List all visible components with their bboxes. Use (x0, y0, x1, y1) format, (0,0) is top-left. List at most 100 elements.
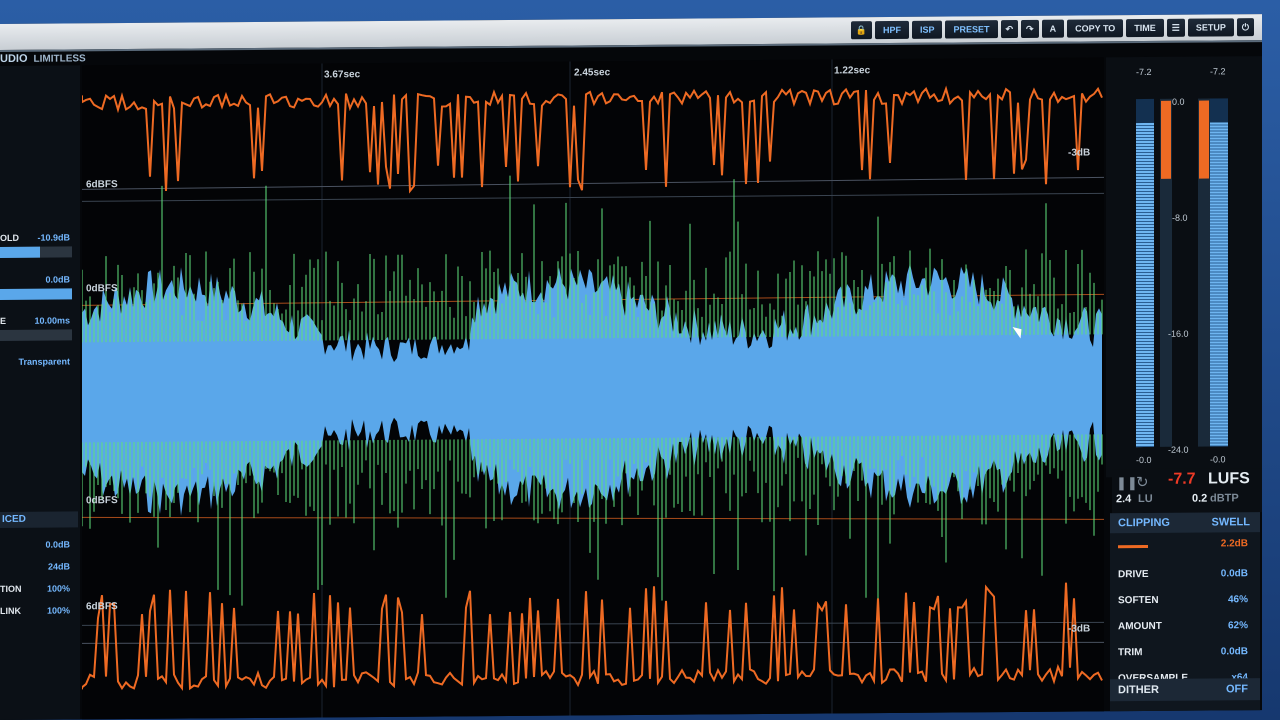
advanced-row-value[interactable]: 0.0dB (45, 539, 70, 549)
power-icon[interactable]: ⏻ (1236, 18, 1254, 37)
release-row: E 10.00ms (0, 315, 76, 326)
ceiling-slider[interactable] (0, 288, 72, 300)
left-output-meter (1136, 98, 1154, 448)
ab-button[interactable]: A (1041, 19, 1065, 38)
gain-db-label-top: -3dB (1068, 147, 1091, 159)
peak-left-readout: -7.2 (1136, 66, 1152, 78)
gain-line-top (82, 176, 1104, 190)
clipping-title[interactable]: CLIPPING (1118, 513, 1170, 533)
release-label: E (0, 315, 7, 326)
lu-value: 2.4 (1116, 493, 1132, 506)
copy-to-button[interactable]: COPY TO (1067, 19, 1124, 38)
clipping-mode[interactable]: SWELL (1212, 512, 1251, 532)
waveform-display[interactable]: 3.67sec 2.45sec 1.22sec -3dB -3dB 6dBFS … (82, 57, 1104, 720)
clip-row-value: 0.0dB (1220, 568, 1248, 580)
limiter-plugin-window: 🔒 HPF ISP PRESET ↶ ↷ A COPY TO TIME ☰ SE… (0, 14, 1262, 720)
lock-icon[interactable]: 🔒 (850, 21, 872, 40)
tp-unit: dBTP (1210, 492, 1239, 505)
lu-unit: LU (1138, 492, 1153, 506)
advanced-row-value[interactable]: 24dB (48, 561, 70, 571)
clip-row-label: AMOUNT (1118, 620, 1162, 633)
clip-row-value: 0.0dB (1220, 646, 1248, 658)
gain-reduction-trace-top (82, 85, 1103, 194)
advanced-row-value[interactable]: 100% (47, 605, 70, 615)
clip-row-label: DRIVE (1118, 568, 1149, 581)
pause-icon[interactable]: ❚❚ (1116, 475, 1138, 491)
top-toolbar: 🔒 HPF ISP PRESET ↶ ↷ A COPY TO TIME ☰ SE… (0, 14, 1262, 52)
scale-label: 0dBFS (86, 495, 118, 507)
threshold-value: -10.9dB (37, 232, 70, 243)
mode-row: Transparent (0, 356, 76, 366)
reset-icon[interactable]: ↻ (1136, 473, 1149, 491)
waveform-body (82, 263, 1102, 516)
advanced-row-value[interactable]: 100% (47, 583, 70, 593)
time-marker-label: 3.67sec (324, 69, 361, 81)
lufs-value: -7.7 (1168, 470, 1196, 488)
time-button[interactable]: TIME (1126, 18, 1164, 38)
toolbar-buttons: 🔒 HPF ISP PRESET ↶ ↷ A COPY TO TIME ☰ SE… (850, 18, 1254, 40)
ceiling-fill (0, 288, 72, 300)
advanced-row: 0.0dB (0, 539, 76, 549)
scale-label: 6dBFS (86, 601, 118, 613)
redo-icon[interactable]: ↷ (1021, 19, 1039, 38)
ref-line-6db-top (82, 192, 1104, 202)
hpf-button[interactable]: HPF (874, 20, 909, 40)
meter-scale-tick: -8.0 (1172, 212, 1188, 223)
right-gr-meter (1198, 98, 1210, 447)
left-gr-fill (1161, 100, 1171, 179)
meter-bottom-left: -0.0 (1136, 454, 1152, 466)
scale-label: 0dBFS (86, 283, 118, 295)
clip-row-amount[interactable]: AMOUNT 62% (1118, 620, 1248, 632)
advanced-header[interactable]: ICED (0, 511, 78, 528)
threshold-row: OLD -10.9dB (0, 232, 76, 243)
setup-button[interactable]: SETUP (1187, 18, 1234, 37)
threshold-label: OLD (0, 232, 19, 243)
dither-label: DITHER (1118, 683, 1159, 697)
lufs-unit: LUFS (1208, 470, 1250, 488)
level-meters: -7.2 -7.2 0.0 -8.0 -16.0 -24.0 -0.0 -0.0 (1106, 56, 1262, 478)
clip-row-value: 62% (1227, 620, 1248, 632)
preset-button[interactable]: PRESET (945, 20, 998, 39)
clip-row-value: 46% (1227, 594, 1248, 606)
threshold-fill (0, 246, 40, 258)
gain-reduction-trace-bottom (82, 582, 1103, 692)
waveform-canvas (82, 59, 1104, 718)
brand: UDIO LIMITLESS (0, 51, 86, 66)
right-gr-fill (1199, 100, 1209, 179)
screen-frame: 🔒 HPF ISP PRESET ↶ ↷ A COPY TO TIME ☰ SE… (0, 0, 1280, 720)
advanced-row-label: LINK (0, 605, 21, 616)
menu-icon[interactable]: ☰ (1166, 18, 1185, 37)
dither-row[interactable]: DITHER OFF (1110, 678, 1260, 702)
advanced-row: 24dB (0, 561, 76, 571)
ceiling-value: 0.0dB (45, 274, 70, 285)
gain-db-label-bottom: -3dB (1068, 623, 1091, 635)
left-gr-meter (1160, 98, 1172, 447)
brand-name: UDIO (0, 52, 28, 65)
advanced-row-label: TION (0, 583, 22, 594)
advanced-row: LINK 100% (0, 605, 76, 616)
brand-sub: LIMITLESS (33, 52, 86, 65)
clip-gain-indicator (1118, 544, 1148, 549)
peak-right-readout: -7.2 (1210, 66, 1226, 77)
undo-icon[interactable]: ↶ (1000, 20, 1019, 39)
clip-row-drive[interactable]: DRIVE 0.0dB (1118, 568, 1248, 580)
dither-value: OFF (1226, 683, 1248, 696)
clip-row-trim[interactable]: TRIM 0.0dB (1118, 646, 1248, 658)
release-value: 10.00ms (34, 315, 70, 326)
clip-row-label: SOFTEN (1118, 594, 1159, 607)
clipping-header: CLIPPING SWELL (1110, 512, 1260, 534)
advanced-row: TION 100% (0, 583, 76, 594)
right-meter-fill (1210, 122, 1228, 447)
mode-value[interactable]: Transparent (18, 356, 70, 366)
scale-label: 6dBFS (86, 179, 118, 191)
release-slider[interactable] (0, 329, 72, 341)
meter-scale-tick: -24.0 (1168, 444, 1189, 455)
ceiling-row: 0.0dB (0, 274, 76, 284)
isp-button[interactable]: ISP (911, 20, 943, 39)
threshold-slider[interactable] (0, 246, 72, 258)
time-marker-label: 1.22sec (834, 65, 871, 77)
meter-bottom-right: -0.0 (1210, 454, 1226, 465)
clip-row-soften[interactable]: SOFTEN 46% (1118, 594, 1248, 606)
tp-value: 0.2 (1192, 492, 1208, 505)
time-marker-label: 2.45sec (574, 67, 611, 79)
